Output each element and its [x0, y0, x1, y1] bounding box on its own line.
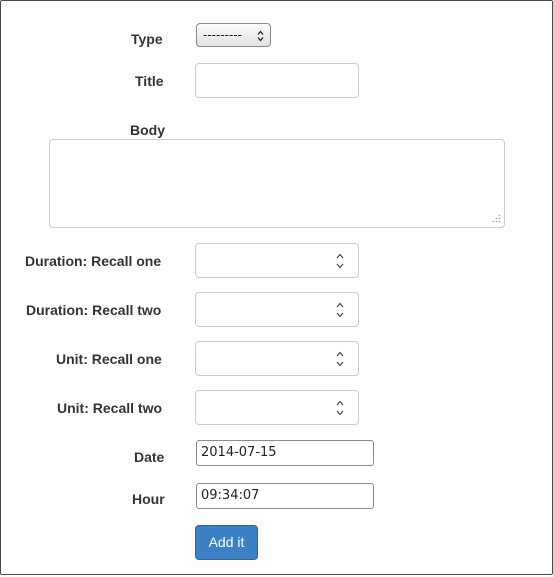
title-input[interactable]	[195, 63, 359, 98]
type-select-value: ---------	[203, 28, 242, 42]
spinner-arrows-icon[interactable]	[336, 399, 344, 417]
body-label: Body	[130, 122, 165, 138]
title-label: Title	[135, 73, 164, 89]
hour-label: Hour	[132, 491, 165, 507]
spinner-arrows-icon[interactable]	[336, 252, 344, 270]
type-label: Type	[131, 31, 163, 47]
duration-recall-one-label: Duration: Recall one	[25, 253, 162, 269]
resize-grip-icon[interactable]	[491, 214, 501, 224]
duration-recall-two-label: Duration: Recall two	[26, 302, 162, 318]
unit-recall-one-input[interactable]	[195, 341, 359, 376]
type-select[interactable]: ---------	[196, 23, 271, 47]
unit-recall-two-label: Unit: Recall two	[57, 400, 163, 416]
date-input-value: 2014-07-15	[201, 445, 277, 460]
date-input[interactable]: 2014-07-15	[196, 440, 374, 466]
spinner-arrows-icon[interactable]	[336, 301, 344, 319]
add-it-button[interactable]: Add it	[195, 525, 258, 560]
body-textarea[interactable]	[49, 139, 505, 228]
spinner-arrows-icon[interactable]	[336, 350, 344, 368]
form-panel: Type --------- Title Body Duration: Reca…	[0, 0, 553, 575]
duration-recall-one-input[interactable]	[195, 243, 359, 278]
unit-recall-two-input[interactable]	[195, 390, 359, 425]
select-arrows-icon	[257, 30, 264, 42]
hour-input[interactable]: 09:34:07	[196, 483, 374, 509]
hour-input-value: 09:34:07	[201, 488, 260, 503]
duration-recall-two-input[interactable]	[195, 292, 359, 327]
unit-recall-one-label: Unit: Recall one	[56, 351, 162, 367]
date-label: Date	[134, 449, 165, 465]
